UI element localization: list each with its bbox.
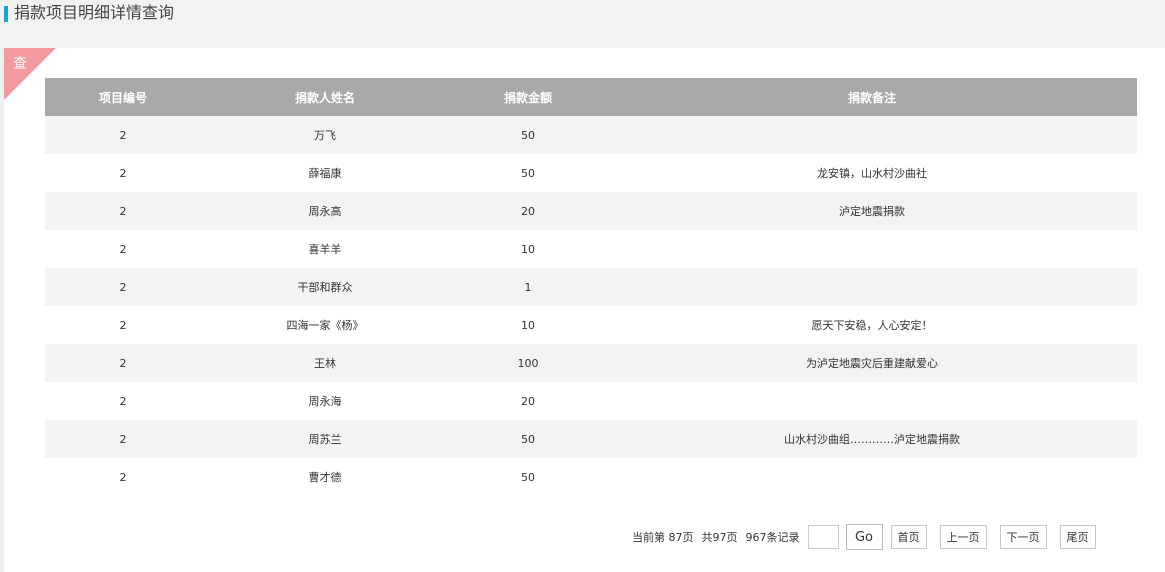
table-row: 2 王林 100 为泸定地震灾后重建献爱心 — [45, 344, 1137, 382]
cell-donor-name: 曹才德 — [308, 471, 342, 484]
cell-project-id: 2 — [119, 242, 127, 256]
cell-remark — [607, 268, 1137, 306]
column-header-amount: 捐款金额 — [503, 90, 552, 105]
table-row: 2 万飞 50 — [45, 116, 1137, 154]
table-row: 2 干部和群众 1 — [45, 268, 1137, 306]
column-header-donor-name: 捐款人姓名 — [294, 90, 355, 105]
cell-amount: 50 — [521, 470, 535, 484]
current-page-text: 当前第 87页 — [632, 531, 694, 544]
first-page-button[interactable]: 首页 — [890, 525, 927, 549]
content-panel: 查 项目编号 捐款人姓名 捐款金额 捐款备注 2 万飞 50 2 薛福康 50 … — [4, 48, 1165, 572]
cell-donor-name: 周苏兰 — [308, 433, 342, 446]
cell-donor-name: 四海一家《杨》 — [286, 319, 364, 332]
table-row: 2 薛福康 50 龙安镇，山水村沙曲社 — [45, 154, 1137, 192]
cell-amount: 10 — [521, 242, 535, 256]
next-page-button[interactable]: 下一页 — [999, 525, 1047, 549]
table-row: 2 喜羊羊 10 — [45, 230, 1137, 268]
cell-project-id: 2 — [119, 280, 127, 294]
cell-donor-name: 万飞 — [314, 129, 336, 142]
cell-amount: 50 — [521, 432, 535, 446]
cell-remark: 为泸定地震灾后重建献爱心 — [806, 357, 938, 370]
last-page-button[interactable]: 尾页 — [1059, 525, 1096, 549]
pagination: 当前第 87页 共97页 967条记录 Go 首页 上一页 下一页 尾页 — [632, 524, 1109, 550]
table-row: 2 周永高 20 泸定地震捐款 — [45, 192, 1137, 230]
table-row: 2 曹才德 50 — [45, 458, 1137, 496]
cell-amount: 20 — [521, 394, 535, 408]
cell-amount: 20 — [521, 204, 535, 218]
column-header-remark: 捐款备注 — [847, 90, 896, 105]
cell-donor-name: 周永高 — [308, 205, 342, 218]
go-button[interactable]: Go — [845, 524, 883, 550]
table-row: 2 周苏兰 50 山水村沙曲组…………泸定地震捐款 — [45, 420, 1137, 458]
cell-remark — [607, 382, 1137, 420]
table-header-row: 项目编号 捐款人姓名 捐款金额 捐款备注 — [45, 78, 1137, 116]
cell-project-id: 2 — [119, 432, 127, 446]
cell-donor-name: 薛福康 — [308, 167, 342, 180]
cell-amount: 50 — [521, 166, 535, 180]
total-records-text: 967条记录 — [745, 531, 800, 544]
table-row: 2 四海一家《杨》 10 愿天下安稳，人心安定！ — [45, 306, 1137, 344]
title-bar: 捐款项目明细详情查询 — [0, 0, 1165, 48]
cell-donor-name: 干部和群众 — [297, 281, 353, 294]
prev-page-button[interactable]: 上一页 — [939, 525, 987, 549]
cell-donor-name: 周永海 — [308, 395, 342, 408]
cell-remark: 山水村沙曲组…………泸定地震捐款 — [784, 433, 960, 446]
cell-amount: 10 — [521, 318, 535, 332]
cell-project-id: 2 — [119, 394, 127, 408]
page-number-input[interactable] — [807, 525, 839, 549]
cell-remark — [607, 458, 1137, 496]
cell-remark: 泸定地震捐款 — [839, 205, 905, 218]
total-pages-text: 共97页 — [701, 531, 738, 544]
cell-donor-name: 王林 — [314, 357, 336, 370]
title-accent-bar — [4, 6, 8, 22]
cell-project-id: 2 — [119, 166, 127, 180]
column-header-project-id: 项目编号 — [98, 90, 147, 105]
cell-project-id: 2 — [119, 128, 127, 142]
cell-remark — [607, 230, 1137, 268]
cell-remark — [607, 116, 1137, 154]
donation-table: 项目编号 捐款人姓名 捐款金额 捐款备注 2 万飞 50 2 薛福康 50 龙安… — [45, 78, 1137, 496]
cell-project-id: 2 — [119, 470, 127, 484]
cell-amount: 50 — [521, 128, 535, 142]
cell-remark: 龙安镇，山水村沙曲社 — [817, 167, 927, 180]
page-title: 捐款项目明细详情查询 — [14, 3, 175, 22]
cell-amount: 100 — [517, 356, 539, 370]
cell-remark: 愿天下安稳，人心安定！ — [811, 319, 933, 332]
table-row: 2 周永海 20 — [45, 382, 1137, 420]
corner-label: 查 — [13, 56, 27, 72]
cell-amount: 1 — [524, 280, 532, 294]
cell-project-id: 2 — [119, 318, 127, 332]
cell-project-id: 2 — [119, 204, 127, 218]
cell-project-id: 2 — [119, 356, 127, 370]
cell-donor-name: 喜羊羊 — [308, 243, 342, 256]
